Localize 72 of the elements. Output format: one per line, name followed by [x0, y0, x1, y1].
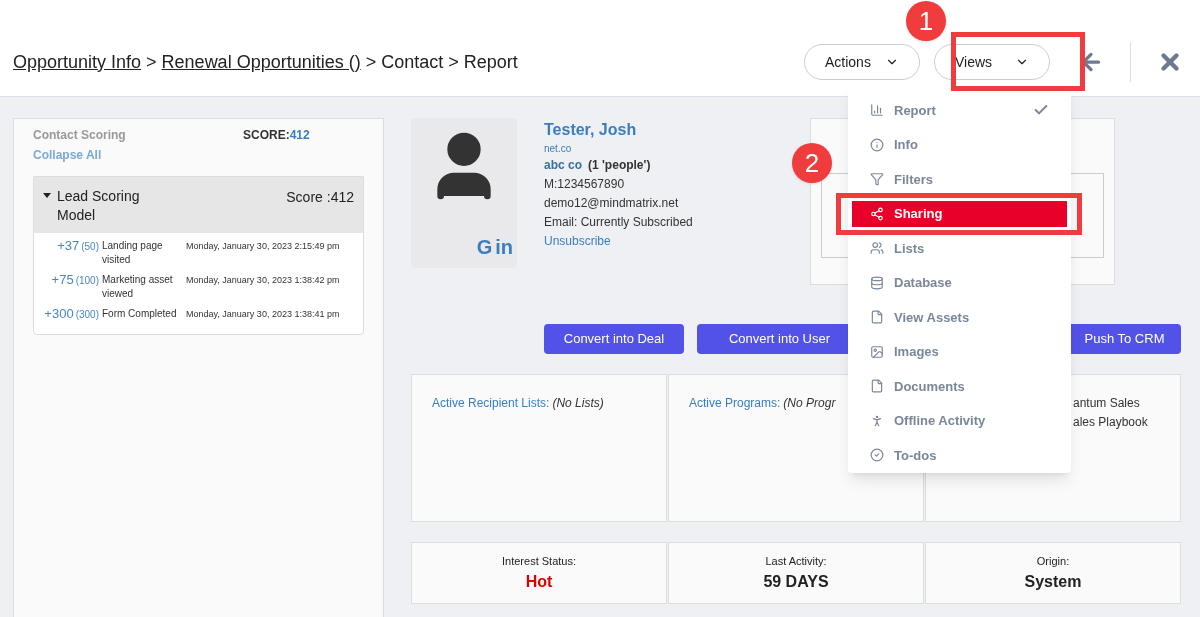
- check-circle-icon: [870, 448, 884, 463]
- menu-item[interactable]: Lists: [852, 235, 1067, 262]
- event-time: Monday, January 30, 2023 2:15:49 pm: [186, 240, 340, 253]
- email-status: Email: Currently Subscribed: [544, 214, 693, 231]
- menu-item[interactable]: Documents: [852, 373, 1067, 400]
- breadcrumb-item: Report: [463, 50, 518, 74]
- step-badge: 2: [792, 143, 832, 183]
- points: +75: [51, 273, 74, 287]
- filter-icon: [870, 172, 884, 187]
- people-count: (1 'people'): [588, 157, 651, 174]
- image-icon: [870, 344, 884, 359]
- stat-label: Last Activity:: [765, 554, 827, 569]
- points: +300: [44, 307, 74, 321]
- breadcrumb-separator: >: [365, 50, 377, 74]
- users-icon: [870, 241, 884, 256]
- contact-domain: net.co: [544, 142, 573, 156]
- dropdown-button[interactable]: Actions: [804, 44, 920, 80]
- info-icon: [870, 137, 884, 152]
- dropdown-button[interactable]: Views: [934, 44, 1050, 80]
- event-text: Landing page visited: [102, 239, 164, 267]
- info-label: Active Programs:: [689, 395, 781, 412]
- info-value: (No Progr: [783, 395, 836, 412]
- share-icon: [870, 206, 884, 221]
- file-icon: [870, 310, 884, 325]
- convert-deal-button[interactable]: Convert into Deal: [544, 324, 684, 354]
- stat-label: Origin:: [1036, 554, 1070, 569]
- program-name: ales Playbook: [1073, 414, 1149, 431]
- menu-item[interactable]: Offline Activity: [852, 407, 1067, 434]
- model-header[interactable]: Lead Scoring Model Score :412: [34, 177, 363, 233]
- file-icon: [870, 379, 884, 394]
- program-name: antum Sales: [1073, 395, 1141, 412]
- stat-label: Interest Status:: [502, 554, 576, 569]
- mobile-number: M:1234567890: [544, 176, 626, 193]
- event-text: Form Completed: [102, 307, 178, 321]
- menu-item[interactable]: Report: [852, 97, 1067, 124]
- menu-item[interactable]: Filters: [852, 166, 1067, 193]
- collapse-all-link[interactable]: Collapse All: [33, 146, 364, 164]
- google-icon[interactable]: G: [476, 232, 493, 262]
- stat-value: Hot: [525, 571, 553, 592]
- unsubscribe-link[interactable]: Unsubscribe: [544, 232, 693, 251]
- breadcrumb-link[interactable]: Renewal Opportunities (): [161, 48, 361, 76]
- info-label: Active Recipient Lists:: [432, 395, 550, 412]
- menu-item[interactable]: Info: [852, 131, 1067, 158]
- breadcrumb-separator: >: [448, 50, 459, 74]
- database-icon: [870, 275, 884, 290]
- event-text: Marketing asset viewed: [102, 273, 174, 301]
- breadcrumb-item: Contact: [381, 50, 444, 74]
- score-value: 412: [289, 127, 310, 144]
- person-icon: [870, 413, 884, 428]
- panel-title: Contact Scoring: [33, 127, 127, 144]
- menu-item[interactable]: Database: [852, 269, 1067, 296]
- max-points: (50): [81, 240, 99, 254]
- menu-item[interactable]: To-dos: [852, 442, 1067, 469]
- contact-name: Tester, Josh: [544, 120, 638, 140]
- chart-icon: [870, 103, 884, 118]
- breadcrumb-separator: >: [146, 50, 157, 74]
- linkedin-icon[interactable]: in: [495, 232, 513, 262]
- model-score: Score :412: [286, 188, 354, 207]
- max-points: (300): [75, 308, 99, 322]
- email-address: demo12@mindmatrix.net: [544, 195, 680, 212]
- company-name: abc co: [544, 157, 582, 174]
- breadcrumb-link[interactable]: Opportunity Info: [13, 48, 142, 76]
- event-time: Monday, January 30, 2023 1:38:41 pm: [186, 308, 340, 321]
- stat-value: 59 DAYS: [763, 571, 829, 592]
- score-label: SCORE:: [243, 127, 290, 144]
- points: +37: [57, 239, 80, 253]
- max-points: (100): [75, 274, 99, 288]
- info-value: (No Lists): [552, 395, 604, 412]
- stat-value: System: [1024, 571, 1082, 592]
- menu-item[interactable]: Sharing: [852, 200, 1067, 227]
- model-title: Lead Scoring Model: [57, 187, 141, 225]
- event-time: Monday, January 30, 2023 1:38:42 pm: [186, 274, 340, 287]
